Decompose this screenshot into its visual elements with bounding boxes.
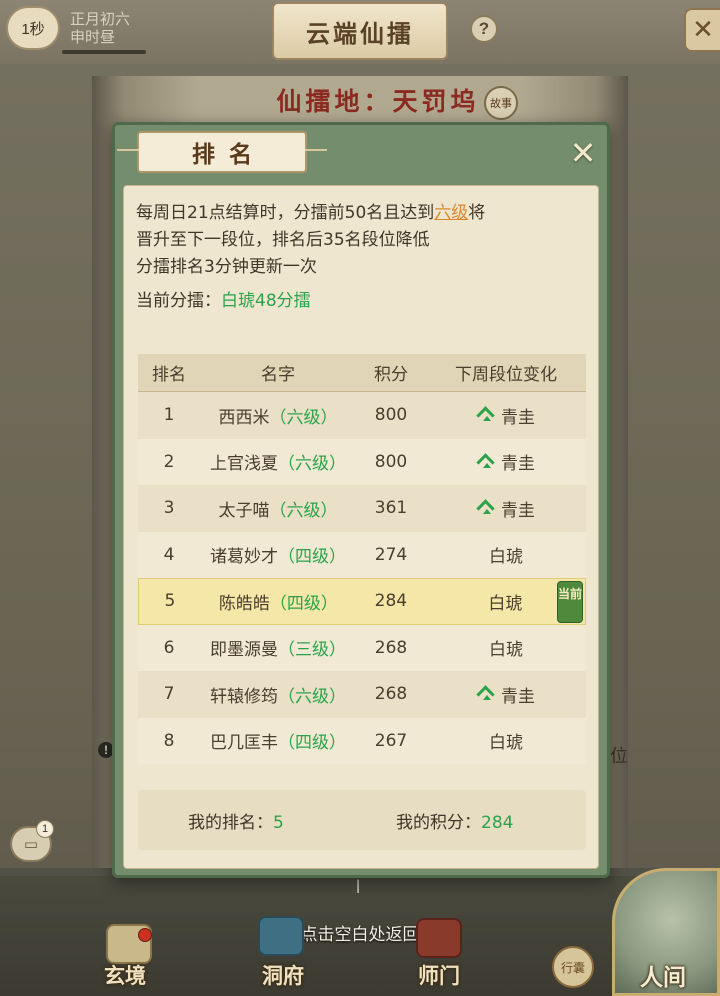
current-arena: 当前分擂：白琥48分擂	[136, 291, 311, 311]
row-score: 268	[374, 637, 408, 658]
nav-renjian[interactable]: 人间	[640, 958, 686, 992]
row-change: 白琥	[489, 640, 523, 661]
notification-dot	[138, 928, 152, 942]
promote-arrow-icon	[477, 408, 497, 422]
row-name: 即墨源曼（三级）	[210, 640, 346, 661]
ranking-dialog: 排名 ✕ 每周日21点结算时，分擂前50名且达到六级将 晋升至下一段位，排名后3…	[112, 122, 610, 878]
chat-count-badge: 1	[36, 820, 54, 838]
table-row[interactable]: 4 诸葛妙才（四级） 274 白琥	[138, 531, 586, 578]
row-level: （六级）	[269, 407, 338, 428]
table-row[interactable]: 6 即墨源曼（三级） 268 白琥	[138, 624, 586, 671]
table-row[interactable]: 7 轩辕修筠（六级） 268 青圭	[138, 671, 586, 718]
table-row-current[interactable]: 5 陈皓皓（四级） 284 白琥 当前	[138, 578, 586, 625]
chat-bubble-icon: ▭	[23, 835, 39, 853]
row-score: 361	[374, 498, 408, 519]
row-change: 白琥	[489, 733, 523, 754]
row-change: 青圭	[426, 496, 586, 521]
nav-dongfu[interactable]: 洞府	[262, 960, 304, 990]
my-stats: 我的排名：5 我的积分：284	[138, 790, 586, 850]
dialog-body: 每周日21点结算时，分擂前50名且达到六级将 晋升至下一段位，排名后35名段位降…	[123, 185, 599, 869]
row-level: （四级）	[278, 547, 346, 568]
rules-description: 每周日21点结算时，分擂前50名且达到六级将 晋升至下一段位，排名后35名段位降…	[136, 200, 588, 332]
rule-line-3: 分擂排名3分钟更新一次	[136, 257, 317, 277]
row-name: 太子喵（六级）	[218, 500, 338, 521]
promote-arrow-icon	[477, 455, 497, 469]
table-row[interactable]: 8 巴几匡丰（四级） 267 白琥	[138, 717, 586, 764]
header-score: 积分	[374, 365, 408, 385]
scroll-indicator: ǀ	[356, 878, 361, 894]
row-rank: 5	[164, 591, 176, 612]
row-change: 青圭	[426, 449, 586, 474]
timer-badge: 1秒	[6, 6, 60, 50]
page-title: 云端仙擂	[272, 2, 448, 60]
table-row[interactable]: 3 太子喵（六级） 361 青圭	[138, 485, 586, 532]
current-tag: 当前	[557, 581, 583, 623]
help-button[interactable]: ?	[470, 15, 498, 43]
promote-arrow-icon	[477, 501, 497, 515]
row-level: （六级）	[278, 686, 346, 707]
row-rank: 7	[163, 684, 175, 705]
rule-line-2: 晋升至下一段位，排名后35名段位降低	[136, 230, 430, 250]
row-name: 西西米（六级）	[218, 407, 338, 428]
close-icon[interactable]: ✕	[563, 133, 603, 173]
title-ornament-left	[117, 149, 139, 151]
header-change: 下周段位变化	[455, 365, 557, 385]
row-rank: 1	[163, 405, 175, 426]
row-name: 诸葛妙才（四级）	[210, 547, 346, 568]
current-arena-value: 白琥48分擂	[221, 291, 311, 311]
row-rank: 2	[163, 451, 175, 472]
row-score: 800	[374, 451, 408, 472]
close-page-button[interactable]: ✕	[684, 8, 720, 52]
row-change: 青圭	[426, 682, 586, 707]
row-name: 上官浅夏（六级）	[210, 454, 346, 475]
rule-line-1: 每周日21点结算时，分擂前50名且达到六级将	[136, 203, 486, 223]
ranking-table: 排名 名字 积分 下周段位变化 1 西西米（六级） 800 青圭 2 上官浅夏（六级） 80…	[138, 354, 586, 766]
title-ornament-right	[305, 149, 327, 151]
background-text-fragment: 位	[610, 746, 628, 767]
row-name: 轩辕修筠（六级）	[210, 686, 346, 707]
header-rank: 排名	[152, 365, 186, 385]
nav-shimen[interactable]: 师门	[418, 960, 460, 990]
my-rank: 我的排名：5	[188, 813, 284, 833]
timer-progress-track	[62, 50, 146, 54]
row-score: 284	[374, 591, 408, 612]
header-name: 名字	[261, 365, 295, 385]
row-score: 267	[374, 730, 408, 751]
nav-xuanjing[interactable]: 玄境	[104, 960, 146, 990]
table-body: 1 西西米（六级） 800 青圭 2 上官浅夏（六级） 800 青圭 3 太子喵（六级） 361 青圭…	[138, 392, 586, 764]
row-level: （六级）	[278, 454, 346, 475]
row-level: （六级）	[269, 500, 338, 521]
row-level: （三级）	[278, 640, 346, 661]
table-row[interactable]: 1 西西米（六级） 800 青圭	[138, 392, 586, 439]
row-change: 白琥	[489, 547, 523, 568]
table-row[interactable]: 2 上官浅夏（六级） 800 青圭	[138, 438, 586, 485]
promote-arrow-icon	[477, 687, 497, 701]
row-score: 268	[374, 684, 408, 705]
location-title: 仙擂地：天罚坞	[276, 87, 480, 116]
travel-bag-button[interactable]: 行囊	[552, 946, 594, 988]
cave-dwelling-icon	[258, 916, 304, 956]
row-rank: 4	[163, 544, 175, 565]
row-rank: 6	[163, 637, 175, 658]
row-level: （四级）	[269, 593, 338, 614]
dialog-title: 排名	[137, 131, 307, 173]
row-name: 陈皓皓（四级）	[218, 593, 338, 614]
row-score: 274	[374, 544, 408, 565]
level-highlight: 六级	[434, 203, 469, 223]
my-score: 我的积分：284	[396, 813, 514, 833]
row-name: 巴几匡丰（四级）	[210, 733, 346, 754]
row-change: 青圭	[426, 403, 586, 428]
table-header: 排名 名字 积分 下周段位变化	[138, 354, 586, 392]
story-button[interactable]: 故事	[484, 86, 518, 120]
row-rank: 8	[163, 730, 175, 751]
row-score: 800	[374, 405, 408, 426]
row-rank: 3	[163, 498, 175, 519]
row-level: （四级）	[278, 733, 346, 754]
time-of-day: 申时昼	[70, 29, 116, 46]
sect-gate-icon	[416, 918, 462, 958]
